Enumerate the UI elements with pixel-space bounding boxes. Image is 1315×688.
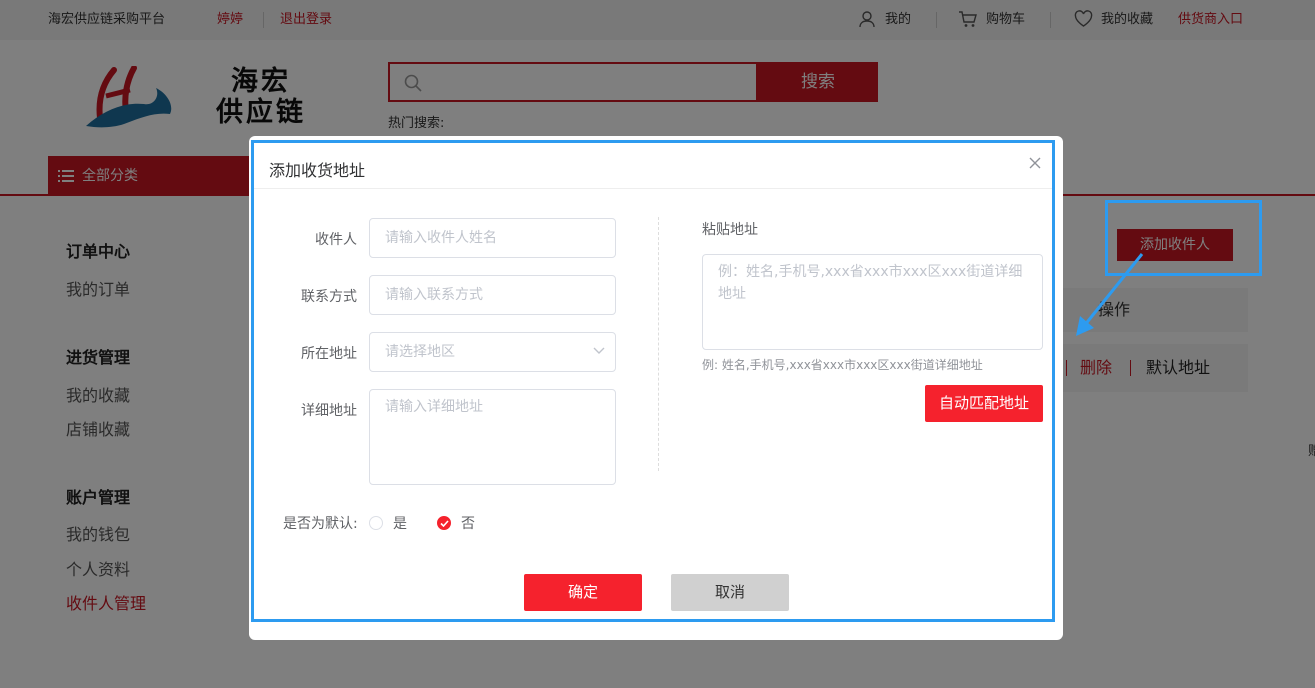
dialog-header-divider (252, 188, 1052, 189)
detail-address-textarea[interactable] (369, 389, 616, 485)
default-no-radio[interactable] (437, 516, 451, 530)
confirm-button[interactable]: 确定 (524, 574, 642, 611)
region-label: 所在地址 (301, 346, 357, 362)
contact-input[interactable] (369, 275, 616, 315)
auto-match-button[interactable]: 自动匹配地址 (925, 385, 1043, 422)
default-yes-radio[interactable] (369, 516, 383, 530)
chevron-down-icon (593, 347, 605, 354)
close-icon[interactable] (1027, 155, 1043, 171)
default-yes-label[interactable]: 是 (393, 513, 407, 533)
recipient-name-input[interactable] (369, 218, 616, 258)
paste-address-textarea[interactable] (702, 254, 1043, 350)
region-placeholder: 请选择地区 (385, 344, 455, 360)
cancel-button[interactable]: 取消 (671, 574, 789, 611)
column-divider (658, 217, 659, 471)
paste-address-label: 粘贴地址 (702, 222, 758, 238)
paste-address-hint: 例: 姓名,手机号,xxx省xxx市xxx区xxx街道详细地址 (702, 358, 983, 372)
default-no-label[interactable]: 否 (461, 513, 475, 533)
dialog-title: 添加收货地址 (269, 161, 366, 180)
recipient-label: 收件人 (315, 232, 357, 248)
default-label: 是否为默认: (283, 516, 358, 532)
contact-label: 联系方式 (301, 289, 357, 305)
arrow-icon (1076, 253, 1144, 336)
detail-address-label: 详细地址 (301, 403, 357, 419)
check-icon (440, 520, 449, 527)
region-select[interactable]: 请选择地区 (369, 332, 616, 372)
